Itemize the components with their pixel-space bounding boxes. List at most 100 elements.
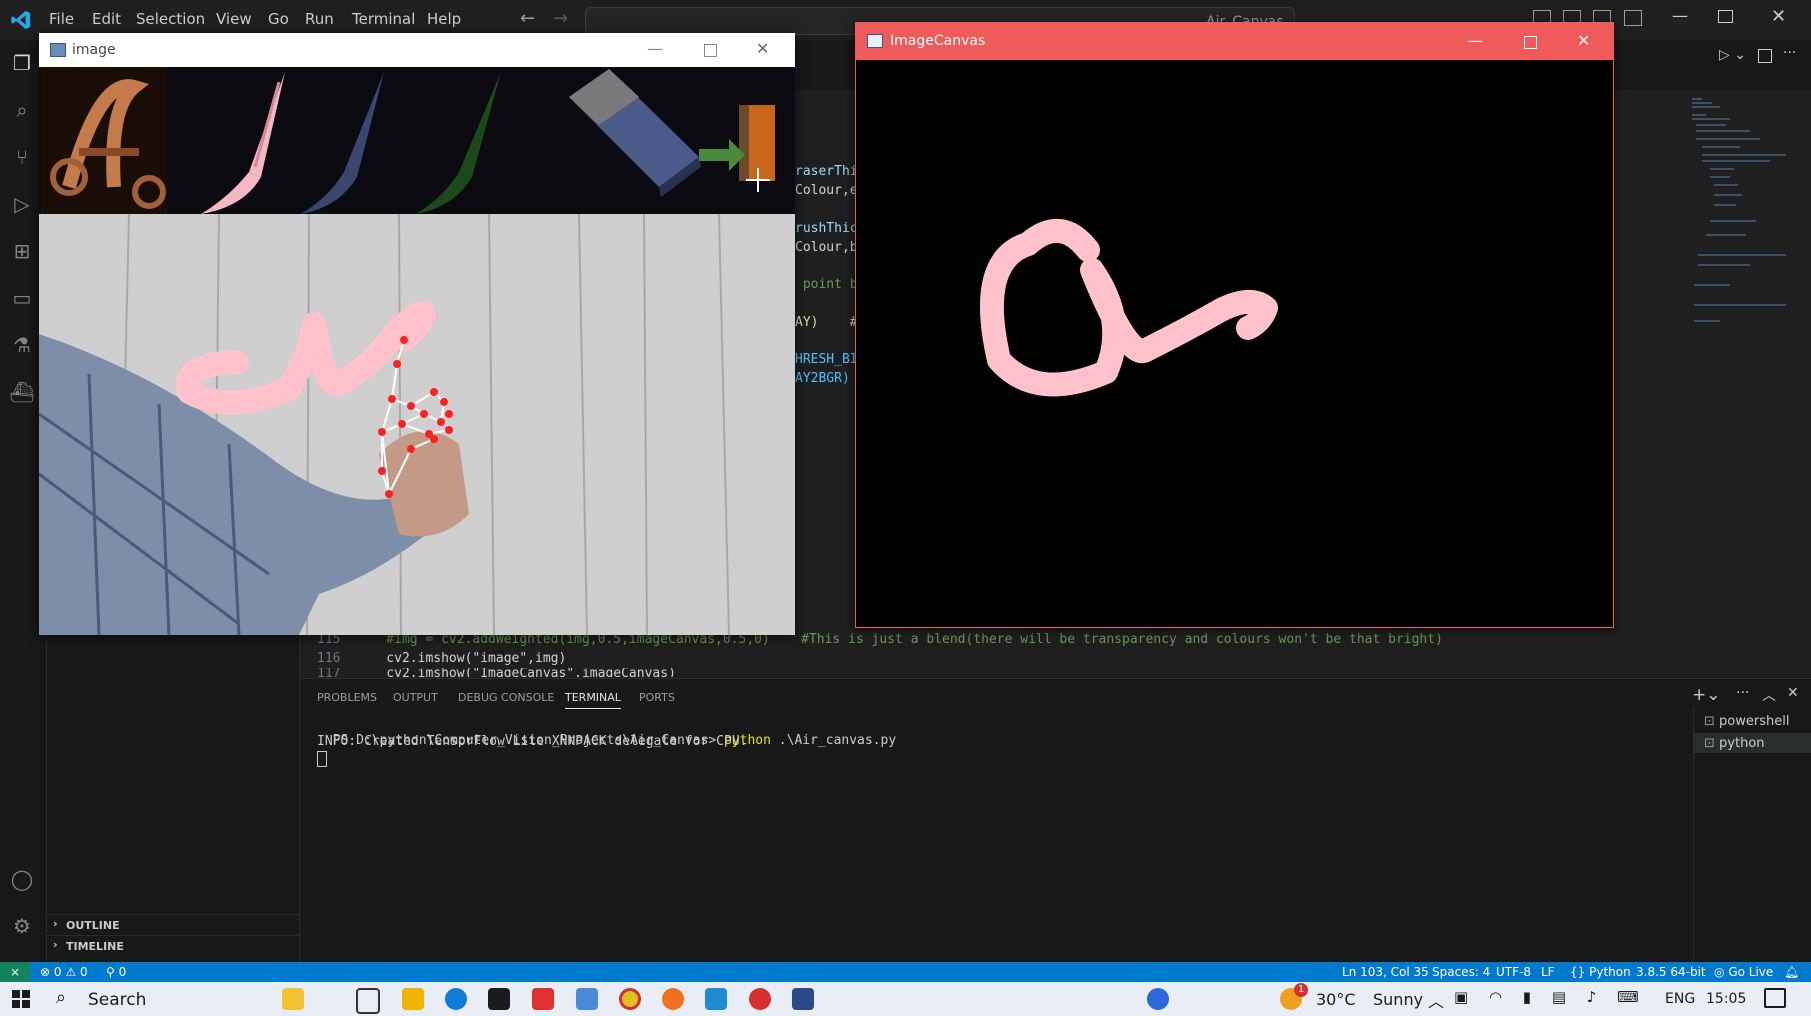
- outline-section[interactable]: › OUTLINE: [47, 914, 299, 935]
- account-icon[interactable]: ◯: [9, 866, 35, 892]
- timeline-section[interactable]: › TIMELINE: [47, 935, 299, 956]
- windows-start-icon[interactable]: [12, 990, 30, 1008]
- weather-temp[interactable]: 30°C: [1316, 990, 1356, 1009]
- remote-indicator-icon[interactable]: ⨯: [0, 962, 30, 982]
- close-icon[interactable]: ✕: [1771, 6, 1786, 27]
- help-icon[interactable]: [1147, 988, 1169, 1010]
- menu-help[interactable]: Help: [427, 10, 461, 28]
- close-icon[interactable]: ✕: [756, 39, 769, 58]
- source-control-icon[interactable]: ⑂: [9, 144, 35, 170]
- eraser-icon: [569, 69, 701, 197]
- widget-icon[interactable]: [282, 988, 304, 1010]
- menu-file[interactable]: File: [49, 10, 74, 28]
- go-live-button[interactable]: ◎ Go Live: [1714, 965, 1773, 979]
- pink-brush-icon: [201, 72, 285, 214]
- run-debug-icon[interactable]: ▷: [9, 191, 35, 217]
- menu-go[interactable]: Go: [268, 10, 289, 28]
- settings-gear-icon[interactable]: ⚙: [9, 913, 35, 939]
- indentation[interactable]: Spaces: 4: [1432, 965, 1490, 979]
- terminal-cursor[interactable]: [317, 751, 327, 767]
- menu-edit[interactable]: Edit: [92, 10, 121, 28]
- new-terminal-icon[interactable]: +⌄: [1692, 685, 1721, 705]
- terminal-item-powershell[interactable]: ⊡ powershell: [1704, 714, 1789, 729]
- python-window-icon[interactable]: [792, 988, 814, 1010]
- green-brush-icon: [416, 72, 501, 214]
- code-fragment: AY2BGR): [795, 371, 850, 386]
- forward-arrow-icon[interactable]: →: [553, 8, 568, 29]
- imagecanvas-window[interactable]: ImageCanvas — ✕: [855, 22, 1614, 628]
- minimap[interactable]: [1690, 95, 1790, 335]
- chrome-icon[interactable]: [619, 988, 641, 1010]
- minimize-icon[interactable]: —: [647, 39, 663, 58]
- menu-run[interactable]: Run: [305, 10, 334, 28]
- drawing-canvas[interactable]: [856, 60, 1613, 627]
- system-tray-icons[interactable]: ▣ ◠ ▮ ▤ ♪ ⌨: [1454, 988, 1647, 1006]
- error-icon: ⊗: [40, 965, 51, 979]
- remote-explorer-icon[interactable]: ▭: [9, 285, 35, 311]
- more-actions-icon[interactable]: ···: [1783, 45, 1796, 61]
- end-of-line[interactable]: LF: [1541, 965, 1555, 979]
- chevron-right-icon: ›: [53, 938, 58, 951]
- restore-icon[interactable]: [1718, 10, 1733, 23]
- notifications-bell-icon[interactable]: 🔔︎: [1784, 965, 1799, 979]
- blue-brush-icon: [301, 72, 384, 214]
- problems-indicator[interactable]: ⊗ 0 ⚠ 0: [40, 965, 88, 979]
- explorer-icon[interactable]: ❐: [9, 50, 35, 76]
- firefox-icon[interactable]: [662, 988, 684, 1010]
- weather-desc[interactable]: Sunny: [1373, 990, 1423, 1009]
- docker-icon[interactable]: ⛴: [9, 379, 35, 405]
- search-icon[interactable]: ⌕: [9, 97, 35, 123]
- code-line: cv2.imshow("ImageCanvas",imageCanvas): [355, 668, 676, 677]
- task-view-icon[interactable]: [356, 988, 380, 1014]
- back-arrow-icon[interactable]: ←: [520, 8, 535, 29]
- encoding[interactable]: UTF-8: [1496, 965, 1531, 979]
- dropbox-icon[interactable]: [488, 988, 510, 1010]
- line-number: 116: [317, 651, 341, 666]
- language-mode[interactable]: {} Python: [1570, 965, 1631, 979]
- split-editor-icon[interactable]: [1758, 49, 1772, 63]
- menu-terminal[interactable]: Terminal: [352, 10, 415, 28]
- tab-output[interactable]: OUTPUT: [393, 691, 438, 704]
- maximize-panel-icon[interactable]: ︿: [1762, 685, 1776, 705]
- clock-time[interactable]: 15:05: [1706, 991, 1746, 1007]
- taskbar-search-icon[interactable]: ⌕: [56, 987, 66, 1008]
- customize-layout-icon[interactable]: [1624, 10, 1642, 26]
- braces-icon: {}: [1570, 965, 1586, 979]
- image-window[interactable]: image — ✕: [39, 33, 795, 635]
- terminal-args: .\Air_canvas.py: [770, 733, 897, 748]
- menu-view[interactable]: View: [216, 10, 252, 28]
- close-icon[interactable]: ✕: [1577, 31, 1590, 50]
- run-python-file-icon[interactable]: ▷ ⌄: [1719, 47, 1746, 63]
- app-blue-icon[interactable]: [576, 988, 598, 1010]
- more-actions-icon[interactable]: ···: [1736, 685, 1749, 701]
- maximize-icon[interactable]: [704, 44, 717, 57]
- minimize-icon[interactable]: —: [1467, 31, 1483, 50]
- chevron-up-icon[interactable]: ︿: [1428, 988, 1444, 1012]
- tab-ports[interactable]: PORTS: [639, 691, 675, 704]
- tab-terminal[interactable]: TERMINAL: [565, 691, 621, 709]
- recorder-icon[interactable]: [749, 988, 771, 1010]
- extensions-icon[interactable]: ⊞: [9, 238, 35, 264]
- app-red-icon[interactable]: [532, 988, 554, 1010]
- interpreter-version[interactable]: 3.8.5 64-bit: [1636, 965, 1706, 979]
- imagecanvas-titlebar[interactable]: ImageCanvas — ✕: [856, 23, 1613, 60]
- testing-icon[interactable]: ⚗: [9, 332, 35, 358]
- input-language[interactable]: ENG: [1665, 991, 1695, 1007]
- image-window-titlebar[interactable]: image — ✕: [39, 33, 795, 67]
- cursor-position[interactable]: Ln 103, Col 35: [1342, 965, 1429, 979]
- ports-indicator[interactable]: ⚲ 0: [106, 965, 126, 979]
- taskbar-search-label[interactable]: Search: [88, 990, 146, 1010]
- file-explorer-icon[interactable]: [402, 988, 424, 1010]
- line-number: 117: [317, 668, 341, 677]
- menu-selection[interactable]: Selection: [136, 10, 205, 28]
- tab-problems[interactable]: PROBLEMS: [317, 691, 377, 704]
- tab-debug-console[interactable]: DEBUG CONSOLE: [458, 691, 554, 704]
- edge-icon[interactable]: [445, 988, 467, 1010]
- maximize-icon[interactable]: [1524, 36, 1537, 49]
- terminal-item-python[interactable]: ⊡ python: [1704, 736, 1765, 751]
- vscode-taskbar-icon[interactable]: [705, 988, 727, 1010]
- paint-toolbar: [39, 67, 795, 214]
- notification-center-icon[interactable]: [1764, 988, 1786, 1008]
- close-panel-icon[interactable]: ✕: [1787, 685, 1799, 701]
- minimize-icon[interactable]: —: [1672, 6, 1688, 25]
